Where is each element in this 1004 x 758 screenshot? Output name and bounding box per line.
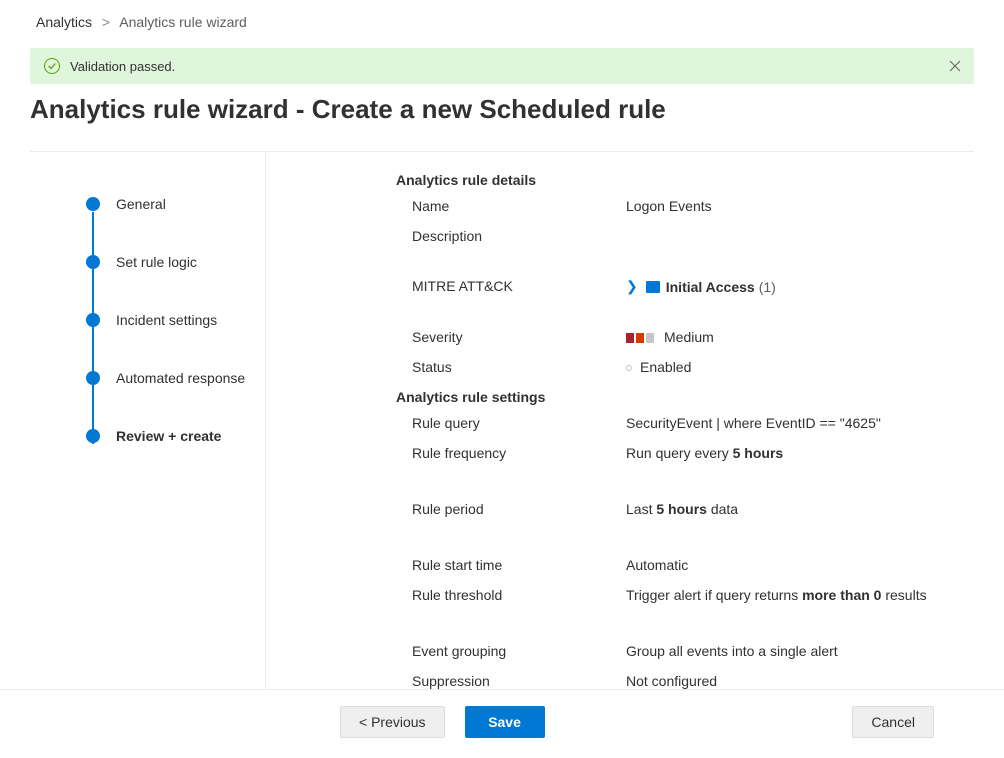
step-bullet-icon: [86, 429, 100, 443]
row-rule-start-time: Rule start time Automatic: [396, 557, 954, 573]
row-name: Name Logon Events: [396, 198, 954, 214]
step-review-create[interactable]: Review + create: [86, 428, 265, 444]
step-bullet-icon: [86, 255, 100, 269]
wizard-footer: < Previous Save Cancel: [0, 689, 1004, 754]
suppression-value: Not configured: [626, 673, 954, 689]
close-icon[interactable]: [948, 59, 962, 73]
validation-message: Validation passed.: [70, 59, 175, 74]
event-grouping-label: Event grouping: [396, 643, 626, 659]
event-grouping-value: Group all events into a single alert: [626, 643, 954, 659]
mitre-value[interactable]: ❯ Initial Access (1): [626, 278, 954, 295]
step-automated-response[interactable]: Automated response: [86, 370, 265, 386]
step-label: Review + create: [116, 428, 221, 444]
details-panel[interactable]: Analytics rule details Name Logon Events…: [266, 152, 974, 689]
validation-banner: Validation passed.: [30, 48, 974, 84]
rule-threshold-value: Trigger alert if query returns more than…: [626, 587, 954, 603]
breadcrumb-separator: >: [102, 14, 110, 30]
row-event-grouping: Event grouping Group all events into a s…: [396, 643, 954, 659]
severity-label: Severity: [396, 329, 626, 345]
rule-period-label: Rule period: [396, 501, 626, 517]
tactic-icon: [646, 281, 660, 293]
rule-query-label: Rule query: [396, 415, 626, 431]
step-connector: [92, 212, 94, 444]
previous-button[interactable]: < Previous: [340, 706, 445, 738]
chevron-right-icon: ❯: [626, 278, 638, 295]
description-label: Description: [396, 228, 626, 244]
row-mitre: MITRE ATT&CK ❯ Initial Access (1): [396, 278, 954, 295]
name-value: Logon Events: [626, 198, 954, 214]
name-label: Name: [396, 198, 626, 214]
severity-bars-icon: [626, 333, 656, 343]
page-title: Analytics rule wizard - Create a new Sch…: [30, 94, 974, 125]
success-check-icon: [44, 58, 60, 74]
step-set-rule-logic[interactable]: Set rule logic: [86, 254, 265, 270]
breadcrumb: Analytics > Analytics rule wizard: [0, 0, 1004, 40]
row-rule-frequency: Rule frequency Run query every 5 hours: [396, 445, 954, 461]
rule-details-heading: Analytics rule details: [396, 172, 954, 188]
cancel-button[interactable]: Cancel: [852, 706, 934, 738]
mitre-tactic-count: (1): [759, 279, 776, 295]
breadcrumb-current: Analytics rule wizard: [119, 14, 247, 30]
rule-period-value: Last 5 hours data: [626, 501, 954, 517]
row-description: Description: [396, 228, 954, 244]
step-general[interactable]: General: [86, 196, 265, 212]
mitre-tactic-name: Initial Access: [666, 279, 755, 295]
content-wrap: General Set rule logic Incident settings…: [30, 151, 974, 689]
step-incident-settings[interactable]: Incident settings: [86, 312, 265, 328]
mitre-label: MITRE ATT&CK: [396, 278, 626, 294]
status-label: Status: [396, 359, 626, 375]
row-rule-query: Rule query SecurityEvent | where EventID…: [396, 415, 954, 431]
step-bullet-icon: [86, 371, 100, 385]
suppression-label: Suppression: [396, 673, 626, 689]
step-bullet-icon: [86, 313, 100, 327]
step-label: Set rule logic: [116, 254, 197, 270]
wizard-steps: General Set rule logic Incident settings…: [30, 152, 266, 689]
rule-query-value: SecurityEvent | where EventID == "4625": [626, 415, 954, 431]
rule-frequency-label: Rule frequency: [396, 445, 626, 461]
row-severity: Severity Medium: [396, 329, 954, 345]
row-suppression: Suppression Not configured: [396, 673, 954, 689]
step-bullet-icon: [86, 197, 100, 211]
rule-threshold-label: Rule threshold: [396, 587, 626, 603]
row-rule-period: Rule period Last 5 hours data: [396, 501, 954, 517]
step-label: Incident settings: [116, 312, 217, 328]
breadcrumb-root[interactable]: Analytics: [36, 14, 92, 30]
rule-start-value: Automatic: [626, 557, 954, 573]
rule-start-label: Rule start time: [396, 557, 626, 573]
save-button[interactable]: Save: [465, 706, 545, 738]
row-status: Status Enabled: [396, 359, 954, 375]
status-dot-icon: [626, 365, 632, 371]
rule-settings-heading: Analytics rule settings: [396, 389, 954, 405]
step-label: Automated response: [116, 370, 245, 386]
row-rule-threshold: Rule threshold Trigger alert if query re…: [396, 587, 954, 603]
status-value: Enabled: [626, 359, 954, 375]
step-label: General: [116, 196, 166, 212]
rule-frequency-value: Run query every 5 hours: [626, 445, 954, 461]
severity-value: Medium: [626, 329, 954, 345]
